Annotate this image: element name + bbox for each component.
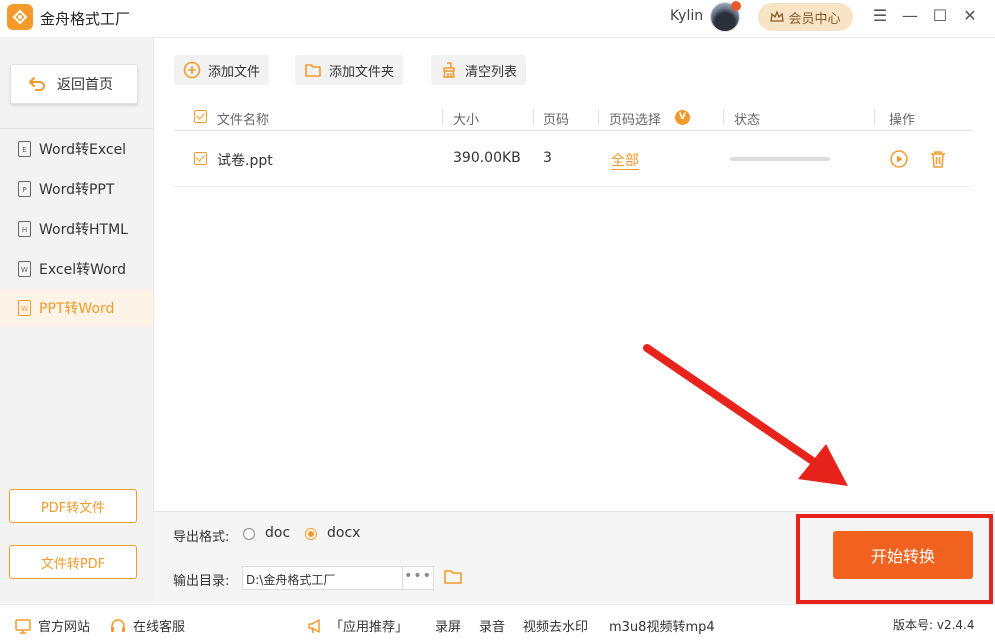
progress-bar: [730, 157, 830, 161]
col-header-page-select: 页码选择: [609, 113, 662, 128]
sidebar-item-excel-to-word[interactable]: W Excel转Word: [0, 250, 153, 288]
avatar[interactable]: [710, 1, 741, 32]
link-m3u8-to-mp4[interactable]: m3u8视频转mp4: [609, 616, 715, 635]
menu-icon[interactable]: ☰: [870, 6, 890, 26]
maximize-button[interactable]: ☐: [930, 6, 950, 26]
add-file-button[interactable]: 添加文件: [174, 55, 270, 85]
file-name: 试卷.ppt: [217, 153, 273, 169]
sidebar-item-ppt-to-word[interactable]: W PPT转Word: [0, 289, 153, 327]
format-option-docx[interactable]: docx: [327, 525, 360, 541]
col-separator: [723, 109, 724, 125]
sidebar-item-word-to-excel[interactable]: E Word转Excel: [0, 130, 153, 168]
add-file-label: 添加文件: [208, 64, 261, 80]
html-doc-icon: H: [18, 221, 31, 237]
minimize-button[interactable]: —: [900, 6, 920, 26]
status-bar: 官方网站 在线客服 「应用推荐」 录屏 录音 视频去水印 m3u8视频转mp4 …: [0, 604, 995, 642]
official-website-link[interactable]: 官方网站: [14, 616, 90, 635]
clear-list-label: 清空列表: [465, 64, 518, 80]
sidebar-item-label: Word转Excel: [39, 142, 127, 158]
annotation-arrow-icon: [643, 344, 848, 486]
page-select-dropdown-icon[interactable]: V: [675, 110, 690, 125]
ppt-doc-icon: P: [18, 181, 31, 197]
app-recommend-label: 「应用推荐」: [330, 620, 409, 635]
col-separator: [533, 109, 534, 125]
start-convert-button[interactable]: 开始转换: [833, 531, 973, 579]
sidebar-item-word-to-html[interactable]: H Word转HTML: [0, 210, 153, 248]
version-label: 版本号: v2.4.4: [893, 618, 975, 632]
col-header-size: 大小: [453, 113, 480, 128]
sidebar-divider: [0, 128, 153, 129]
format-radio-doc[interactable]: [243, 528, 255, 540]
back-home-button[interactable]: 返回首页: [10, 64, 138, 104]
col-separator: [598, 109, 599, 125]
crown-icon: [770, 11, 785, 22]
col-header-name: 文件名称: [217, 113, 270, 128]
format-radio-docx[interactable]: [305, 528, 317, 540]
format-label: 导出格式:: [173, 530, 230, 545]
online-support-label: 在线客服: [133, 620, 186, 635]
page-select-all-link[interactable]: 全部: [611, 150, 639, 170]
word-doc-icon: W: [18, 300, 31, 316]
col-separator: [442, 109, 443, 125]
monitor-icon: [15, 618, 31, 634]
output-dir-field[interactable]: D:\金舟格式工厂: [242, 566, 403, 590]
sidebar-item-label: Word转PPT: [39, 182, 115, 198]
sidebar-item-label: Word转HTML: [39, 222, 128, 238]
select-all-checkbox[interactable]: [194, 110, 207, 123]
file-pages: 3: [543, 150, 552, 166]
app-window: 金舟格式工厂 Kylin 会员中心 ☰ — ☐ ✕ 返回首页 E Word转Ex…: [0, 0, 995, 642]
clear-list-button[interactable]: 清空列表: [431, 55, 527, 85]
headset-icon: [111, 618, 125, 632]
open-folder-icon[interactable]: [443, 567, 463, 587]
browse-more-button[interactable]: •••: [403, 566, 434, 590]
app-title: 金舟格式工厂: [40, 10, 131, 28]
main-panel: 添加文件 添加文件夹 清空列表 文件名称 大小 页码 页码选择 V 状态 操作: [153, 37, 995, 511]
title-bar: 金舟格式工厂 Kylin 会员中心 ☰ — ☐ ✕: [0, 0, 995, 36]
online-support-link[interactable]: 在线客服: [109, 616, 185, 635]
output-dir-label: 输出目录:: [173, 574, 230, 589]
link-screen-record[interactable]: 录屏: [435, 616, 461, 635]
close-button[interactable]: ✕: [960, 6, 980, 26]
broom-icon: [443, 62, 455, 78]
file-to-pdf-button[interactable]: 文件转PDF: [9, 545, 137, 579]
sidebar-item-label: Excel转Word: [39, 262, 127, 278]
link-video-watermark[interactable]: 视频去水印: [523, 616, 588, 635]
back-arrow-icon: [29, 77, 45, 91]
link-audio-record[interactable]: 录音: [479, 616, 505, 635]
col-header-status: 状态: [734, 113, 761, 128]
app-recommend-link[interactable]: 「应用推荐」: [306, 616, 408, 635]
file-size: 390.00KB: [453, 150, 521, 166]
pdf-to-file-button[interactable]: PDF转文件: [9, 489, 137, 523]
sidebar-item-label: PPT转Word: [39, 301, 115, 317]
add-folder-button[interactable]: 添加文件夹: [295, 55, 404, 85]
app-logo-icon: [7, 4, 33, 30]
sidebar-item-word-to-ppt[interactable]: P Word转PPT: [0, 170, 153, 208]
play-icon[interactable]: [889, 149, 909, 169]
col-header-pages: 页码: [543, 113, 570, 128]
add-folder-label: 添加文件夹: [329, 64, 395, 80]
username[interactable]: Kylin: [670, 8, 703, 24]
vip-center-label: 会员中心: [788, 11, 841, 27]
sidebar: 返回首页 E Word转Excel P Word转PPT H Word转HTML…: [0, 37, 153, 603]
col-header-actions: 操作: [889, 113, 916, 128]
format-option-doc[interactable]: doc: [265, 525, 290, 541]
row-checkbox[interactable]: [194, 152, 207, 165]
back-home-label: 返回首页: [57, 77, 113, 93]
megaphone-icon: [308, 618, 320, 633]
table-header: 文件名称 大小 页码 页码选择 V 状态 操作: [174, 104, 972, 131]
vip-center-button[interactable]: 会员中心: [758, 3, 853, 31]
excel-doc-icon: E: [18, 141, 31, 157]
trash-icon[interactable]: [928, 149, 948, 169]
word-doc-icon: W: [18, 261, 31, 277]
col-separator: [874, 109, 875, 125]
official-website-label: 官方网站: [38, 620, 91, 635]
plus-circle-icon: [183, 61, 201, 79]
table-row: 试卷.ppt 390.00KB 3 全部: [174, 131, 972, 187]
folder-icon: [305, 64, 321, 77]
